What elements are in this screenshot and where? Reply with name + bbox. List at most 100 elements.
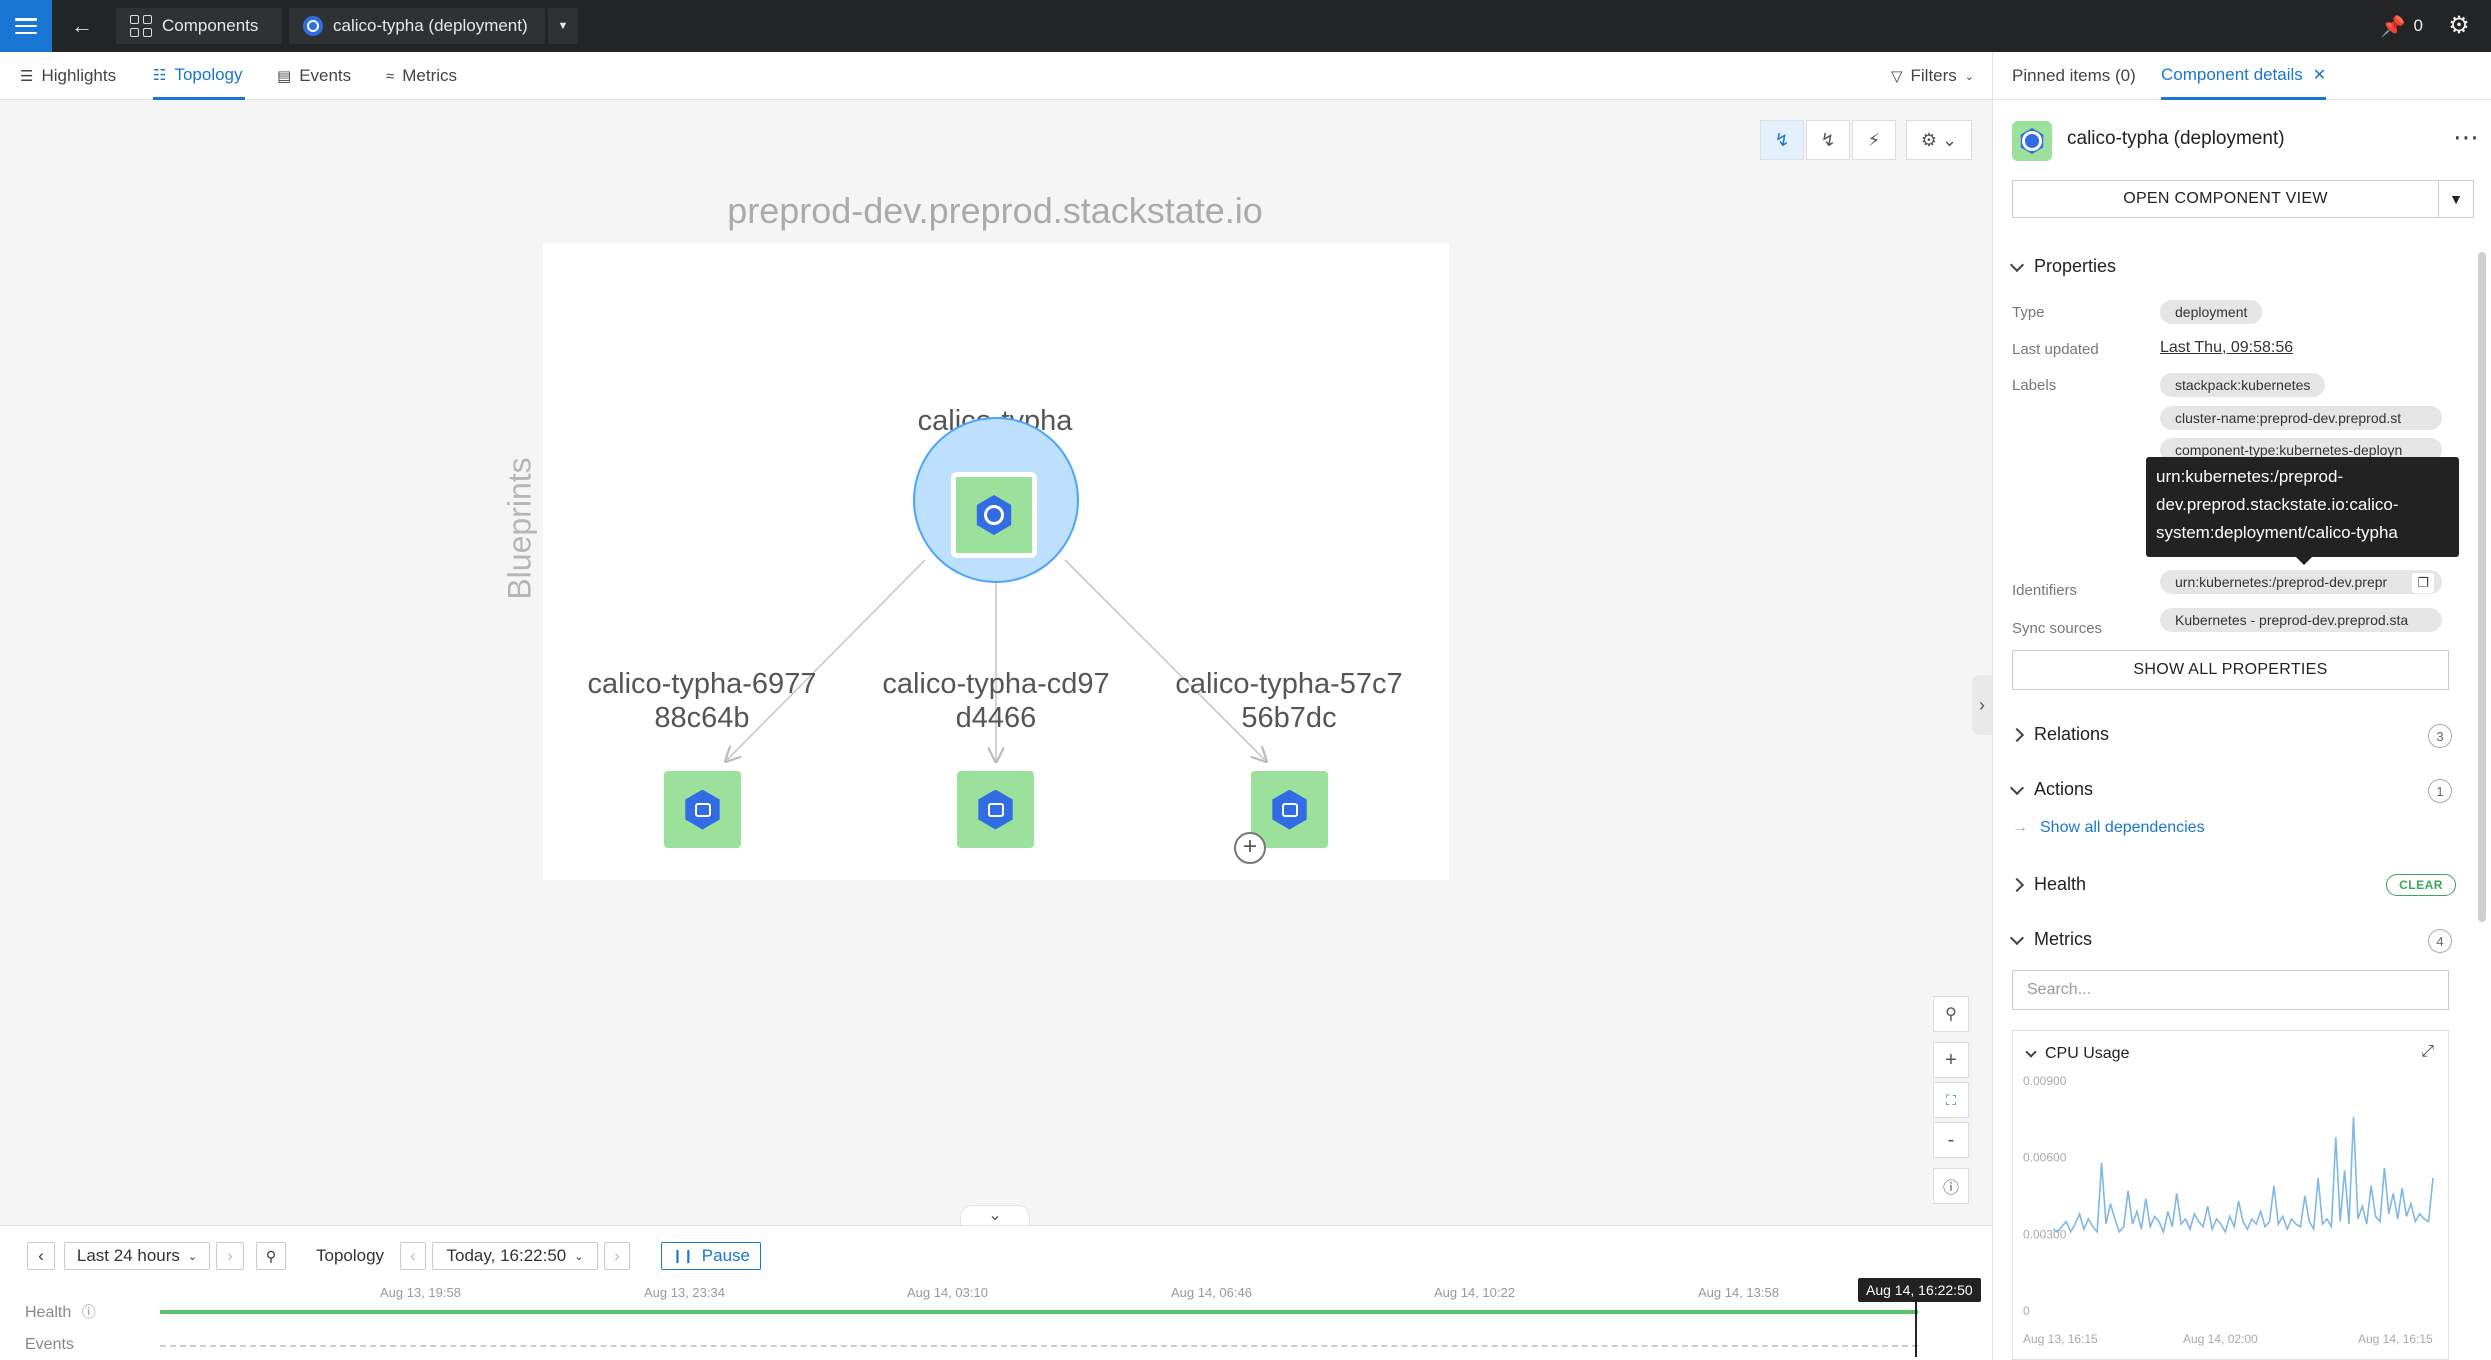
x-tick-label: Aug 14, 16:15	[2358, 1332, 2433, 1346]
chevron-down-icon	[2025, 1046, 2037, 1058]
main-menu-button[interactable]	[0, 0, 52, 52]
fit-view-button[interactable]: ⛶	[1933, 1082, 1969, 1118]
child-node-label-1: calico-typha-6977 88c64b	[552, 667, 852, 735]
filters-button[interactable]: ▽ Filters ⌄	[1891, 52, 1974, 100]
expand-icon[interactable]: ⤢	[2421, 1043, 2434, 1061]
child-3-line1: calico-typha-57c7	[1175, 668, 1403, 700]
actions-title: Actions	[2034, 779, 2094, 799]
minus-icon: -	[1947, 1128, 1955, 1151]
lightning-mode-2-button[interactable]: ↯	[1806, 120, 1850, 160]
relations-count: 3	[2428, 724, 2452, 748]
child-node-1[interactable]	[664, 771, 741, 848]
child-node-label-2: calico-typha-cd97 d4466	[846, 667, 1146, 735]
pause-button[interactable]: ❙❙ Pause	[661, 1242, 761, 1270]
panel-scrollbar[interactable]	[2478, 252, 2486, 922]
identifier-chip[interactable]: urn:kubernetes:/preprod-dev.prepr	[2160, 570, 2442, 594]
copy-icon[interactable]: ❐	[2412, 573, 2434, 593]
tab-component-details[interactable]: Component details ✕	[2161, 52, 2327, 100]
lightning-icon: ↯	[1820, 129, 1836, 150]
y-tick-label: 0	[2023, 1304, 2030, 1318]
labels-label: Labels	[2012, 377, 2057, 394]
pinned-button[interactable]: 📌 0	[2381, 12, 2423, 40]
caret-down-icon: ▼	[557, 20, 569, 32]
chevron-right-icon: ›	[1979, 695, 1985, 715]
health-section-toggle[interactable]: Health	[2009, 874, 2086, 895]
open-component-view-button[interactable]: OPEN COMPONENT VIEW	[2012, 180, 2438, 218]
time-next-button[interactable]: ›	[604, 1242, 630, 1270]
search-zoom-button[interactable]: ⚲	[1933, 996, 1969, 1032]
cpu-usage-toggle[interactable]: CPU Usage	[2025, 1045, 2129, 1063]
zoom-in-button[interactable]: +	[1933, 1042, 1969, 1078]
chevron-down-icon: ⌄	[988, 1207, 1002, 1224]
more-options-icon[interactable]: ⋯	[2453, 122, 2479, 153]
health-timeline[interactable]	[160, 1310, 1918, 1314]
root-node[interactable]	[951, 472, 1037, 558]
tab-metrics[interactable]: ≈ Metrics	[386, 52, 457, 100]
timeline-zoom-button[interactable]: ⚲	[256, 1242, 286, 1270]
panel-collapse-handle[interactable]: ›	[1972, 675, 1992, 735]
metrics-section-toggle[interactable]: Metrics	[2009, 929, 2092, 950]
show-all-dependencies-link[interactable]: → Show all dependencies	[2012, 819, 2205, 837]
close-icon[interactable]: ✕	[2313, 65, 2326, 85]
tab-topology[interactable]: ☷ Topology	[153, 52, 245, 100]
tab-dropdown-button[interactable]: ▼	[548, 8, 578, 44]
time-prev-button[interactable]: ‹	[400, 1242, 426, 1270]
help-button[interactable]: ⓘ	[1933, 1168, 1969, 1204]
search-icon: ⚲	[1945, 1006, 1957, 1023]
back-arrow-icon[interactable]: ←	[68, 13, 96, 39]
timeline-cursor[interactable]	[1915, 1302, 1917, 1357]
label-chip[interactable]: stackpack:kubernetes	[2160, 373, 2326, 397]
pod-icon	[685, 789, 720, 830]
child-node-3[interactable]	[1251, 771, 1328, 848]
timeline-prev-button[interactable]: ‹	[27, 1242, 55, 1270]
timeline-mode-label: Topology	[316, 1246, 385, 1265]
chevron-down-icon: ⌄	[1964, 70, 1974, 83]
open-view-dropdown-button[interactable]: ▼	[2438, 180, 2474, 218]
lightning-icon: ⚡	[1867, 129, 1881, 150]
last-updated-link[interactable]: Last Thu, 09:58:56	[2160, 339, 2293, 357]
label-chip[interactable]: cluster-name:preprod-dev.preprod.st	[2160, 406, 2442, 430]
lightning-mode-3-button[interactable]: ⚡	[1852, 120, 1896, 160]
cpu-usage-card: CPU Usage ⤢ 0.00900 0.00600 0.00300 0 Aug 13…	[2012, 1030, 2449, 1360]
chevron-right-icon	[2009, 877, 2025, 892]
components-tab[interactable]: Components	[116, 8, 282, 44]
add-node-plus-icon[interactable]: +	[1234, 832, 1266, 864]
time-range-label: Last 24 hours	[76, 1246, 180, 1265]
actions-count: 1	[2428, 779, 2452, 803]
health-row-text: Health	[25, 1304, 72, 1321]
chevron-down-icon: ⌄	[574, 1250, 584, 1263]
timeline-tick: Aug 13, 23:34	[644, 1285, 725, 1300]
time-select[interactable]: Today, 16:22:50 ⌄	[432, 1242, 598, 1270]
zoom-out-button[interactable]: -	[1933, 1122, 1969, 1158]
sync-source-chip[interactable]: Kubernetes - preprod-dev.preprod.sta	[2160, 608, 2442, 632]
time-range-select[interactable]: Last 24 hours ⌄	[64, 1242, 210, 1270]
last-updated-label: Last updated	[2012, 341, 2099, 358]
lightning-mode-1-button[interactable]: ↯	[1760, 120, 1804, 160]
help-icon[interactable]: ⓘ	[82, 1304, 96, 1320]
kubernetes-icon	[303, 16, 323, 36]
tab-pinned-items[interactable]: Pinned items (0)	[2012, 52, 2136, 100]
child-2-line2: d4466	[955, 702, 1037, 734]
hamburger-icon	[15, 18, 37, 34]
tab-highlights[interactable]: ☰ Highlights	[20, 52, 116, 100]
events-timeline[interactable]	[160, 1345, 1918, 1347]
timeline-next-button[interactable]: ›	[216, 1242, 244, 1270]
deployment-tab[interactable]: calico-typha (deployment)	[289, 8, 545, 44]
child-node-2[interactable]	[957, 771, 1034, 848]
chevron-down-icon	[2009, 780, 2025, 795]
properties-section-toggle[interactable]: Properties	[2009, 256, 2116, 277]
canvas-settings-button[interactable]: ⚙ ⌄	[1906, 120, 1972, 160]
settings-gear-icon[interactable]: ⚙	[2445, 12, 2473, 40]
tab-events[interactable]: ▤ Events	[277, 52, 351, 100]
actions-section-toggle[interactable]: Actions	[2009, 779, 2094, 800]
timeline-collapse-handle[interactable]: ⌄	[960, 1205, 1030, 1227]
tab-highlights-label: Highlights	[41, 66, 117, 85]
pinned-count: 0	[2413, 16, 2423, 35]
child-2-line1: calico-typha-cd97	[882, 668, 1110, 700]
child-3-line2: 56b7dc	[1241, 702, 1337, 734]
type-label: Type	[2012, 304, 2045, 321]
show-all-properties-button[interactable]: SHOW ALL PROPERTIES	[2012, 650, 2449, 690]
relations-section-toggle[interactable]: Relations	[2009, 724, 2109, 745]
highlights-icon: ☰	[20, 68, 34, 85]
metrics-search-input[interactable]	[2012, 970, 2449, 1010]
